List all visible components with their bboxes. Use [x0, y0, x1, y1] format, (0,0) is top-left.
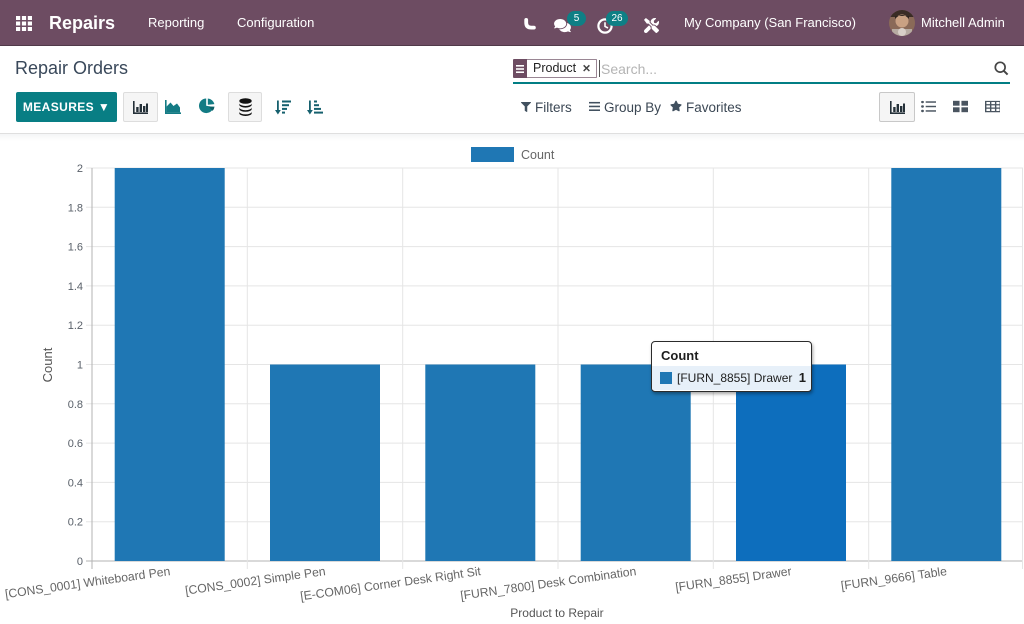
svg-text:0: 0 [77, 556, 83, 568]
svg-text:1.8: 1.8 [68, 202, 83, 214]
svg-text:1.4: 1.4 [68, 281, 83, 293]
svg-text:2: 2 [77, 163, 83, 175]
svg-text:[CONS_0001] Whiteboard Pen: [CONS_0001] Whiteboard Pen [4, 564, 171, 601]
svg-text:1.6: 1.6 [68, 242, 83, 254]
svg-text:Count: Count [40, 347, 55, 382]
svg-text:0.6: 0.6 [68, 438, 83, 450]
svg-text:0.2: 0.2 [68, 517, 83, 529]
svg-text:Product to Repair: Product to Repair [510, 606, 603, 620]
svg-text:1: 1 [77, 360, 83, 372]
svg-text:Count: Count [521, 148, 555, 162]
svg-text:[E-COM06] Corner Desk Right Si: [E-COM06] Corner Desk Right Sit [299, 564, 482, 603]
svg-text:[FURN_7800] Desk Combination: [FURN_7800] Desk Combination [459, 564, 637, 603]
svg-text:[FURN_8855] Drawer: [FURN_8855] Drawer [674, 564, 792, 594]
svg-text:[FURN_9666] Table: [FURN_9666] Table [840, 564, 948, 593]
svg-text:0.4: 0.4 [68, 477, 83, 489]
svg-text:1.2: 1.2 [68, 320, 83, 332]
svg-text:0.8: 0.8 [68, 399, 83, 411]
